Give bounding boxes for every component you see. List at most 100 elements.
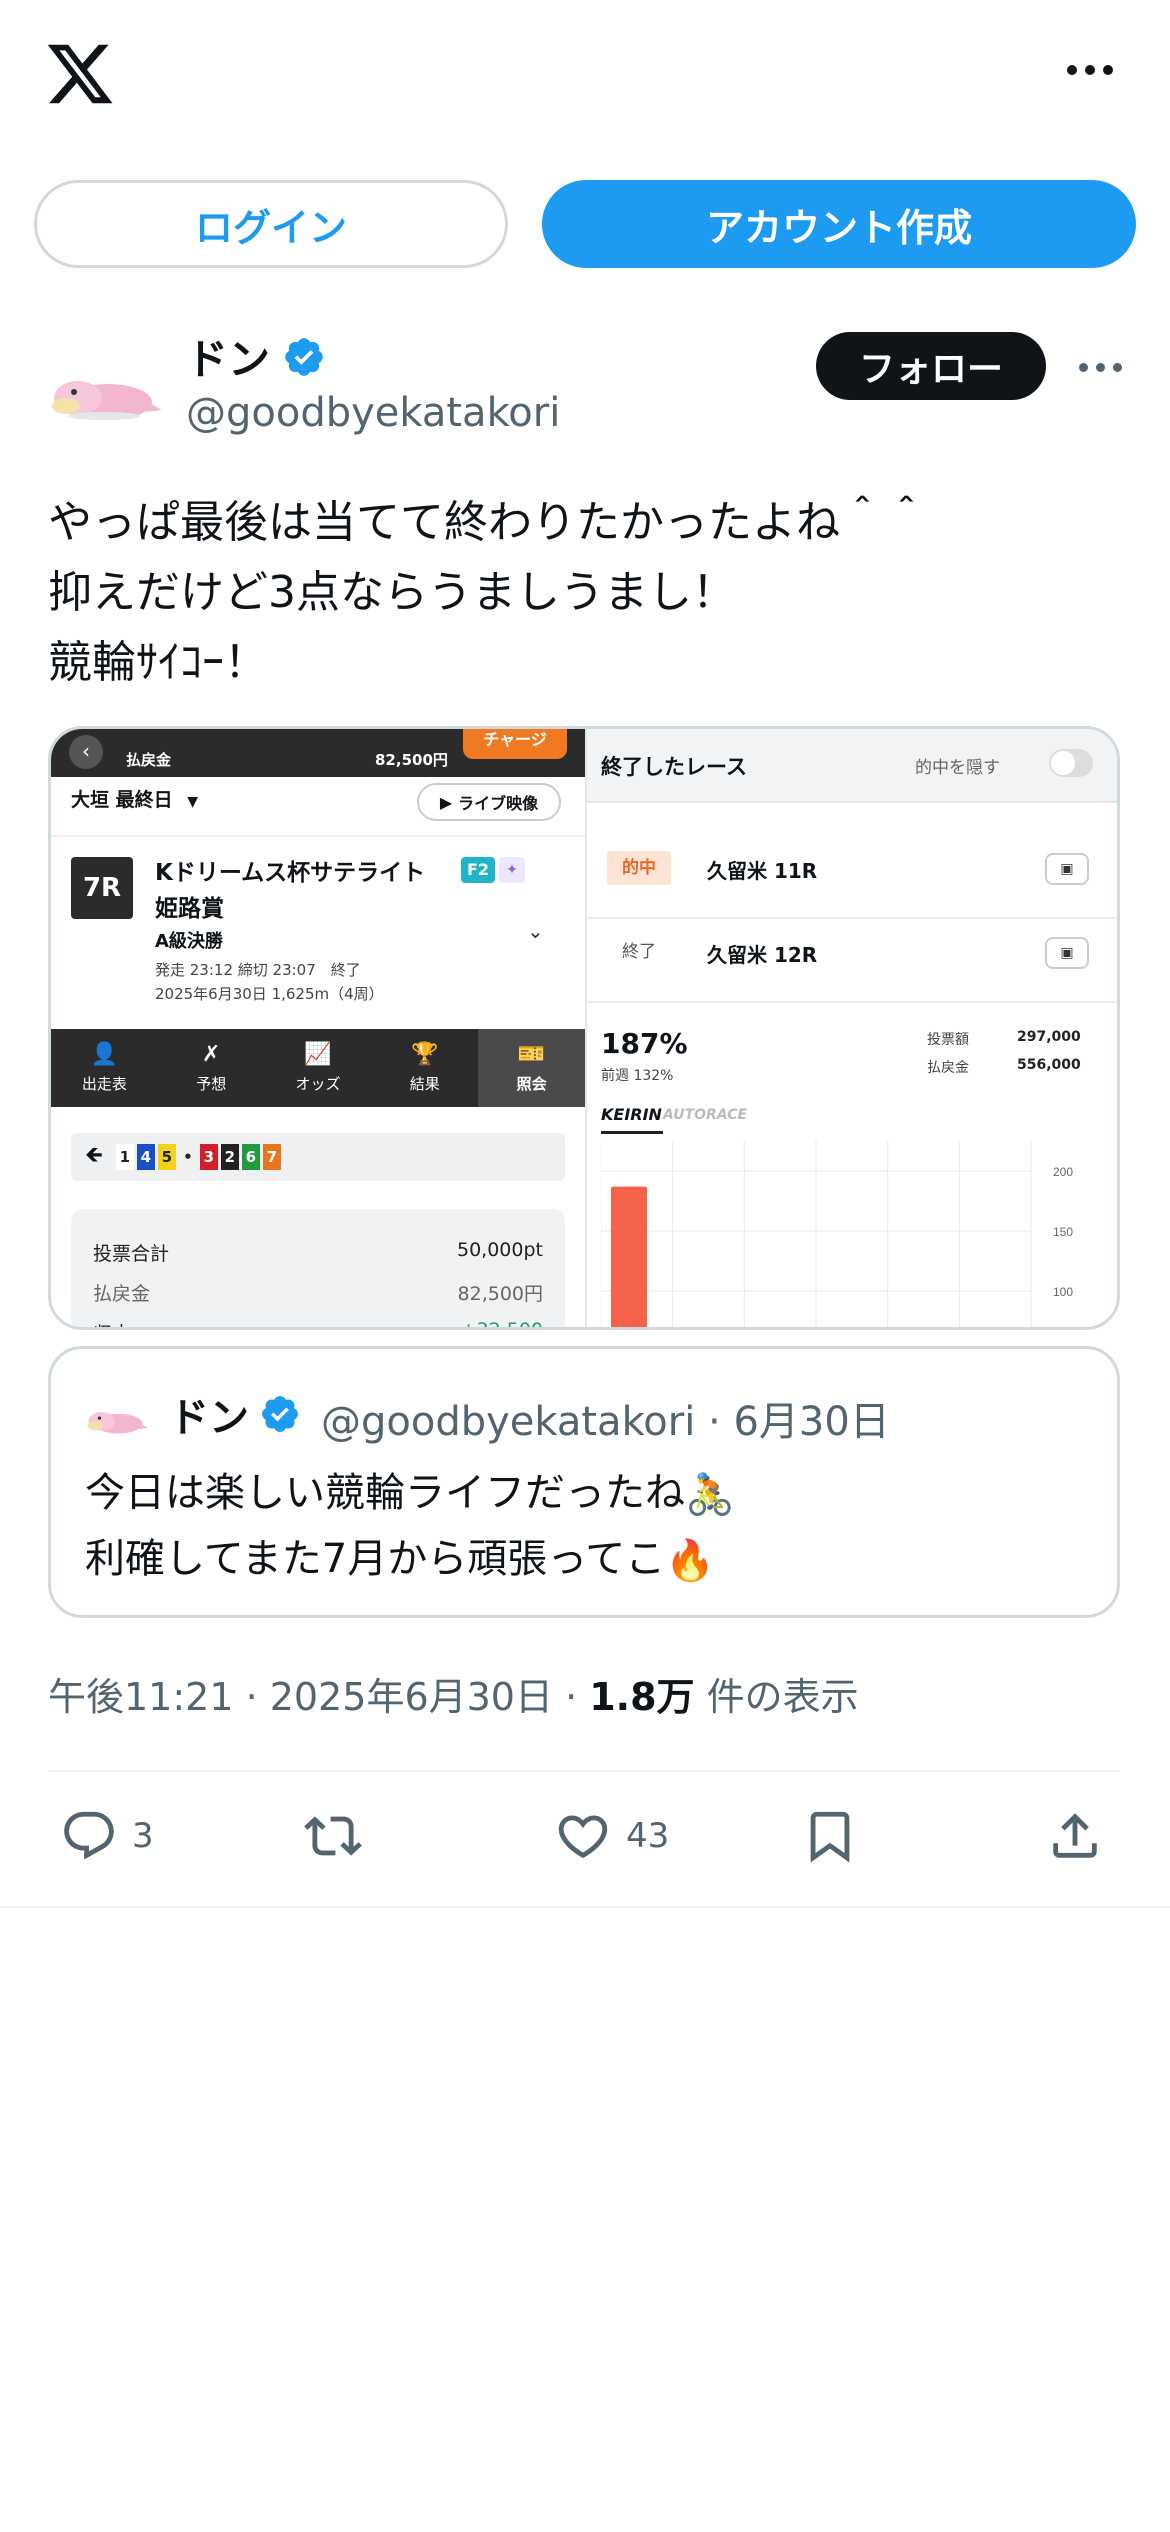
play-icon: ▶ bbox=[439, 792, 453, 812]
order-num: 1 bbox=[115, 1144, 134, 1170]
signup-button[interactable]: アカウント作成 bbox=[542, 180, 1136, 268]
venue-text: 大垣 最終日 bbox=[71, 789, 173, 811]
media-image-left[interactable]: ‹ 払戻金 82,500円 チャージ 大垣 最終日 ▼ ▶ ライブ映像 7R Kド… bbox=[51, 729, 585, 1327]
summary-label: 投票合計 bbox=[93, 1243, 170, 1265]
race-date: 2025年6月30日 1,625m（4周） bbox=[155, 985, 384, 1003]
return-chart: 200 150 100 bbox=[601, 1141, 1073, 1327]
post-media[interactable]: ‹ 払戻金 82,500円 チャージ 大垣 最終日 ▼ ▶ ライブ映像 7R Kド… bbox=[48, 726, 1120, 1330]
summary-label: 収支 bbox=[93, 1319, 131, 1327]
author-name[interactable]: ドン bbox=[186, 326, 326, 387]
fire-icon: 🔥 bbox=[665, 1538, 716, 1584]
author-name-text: ドン bbox=[186, 335, 271, 384]
divider bbox=[587, 801, 1117, 803]
divider bbox=[587, 917, 1117, 919]
verified-badge-icon bbox=[262, 1396, 298, 1432]
post-line: 抑えだけど3点ならうましうまし！ bbox=[48, 567, 736, 618]
follow-button[interactable]: フォロー bbox=[816, 332, 1046, 400]
grade-icon: ✦ bbox=[499, 857, 525, 883]
ticket-icon: 🎫 bbox=[517, 1041, 546, 1067]
summary-value: 50,000pt bbox=[457, 1239, 543, 1261]
author-handle[interactable]: @goodbyekatakori bbox=[186, 390, 560, 436]
hide-hits-toggle bbox=[1049, 749, 1093, 777]
hit-badge: 的中 bbox=[607, 851, 671, 885]
payout-label: 払戻金 bbox=[927, 1060, 969, 1076]
finished-races-header: 終了したレース 的中を隠す bbox=[587, 729, 1117, 801]
charge-button: チャージ bbox=[463, 729, 567, 759]
race-title-2: 姫路賞 bbox=[155, 896, 224, 922]
y-tick-label: 100 bbox=[1053, 1285, 1073, 1299]
race-row-name: 久留米 11R bbox=[707, 859, 818, 883]
divider bbox=[0, 1906, 1170, 1908]
tab-label: 結果 bbox=[409, 1074, 440, 1093]
predict-icon: ✗ bbox=[201, 1041, 221, 1067]
summary-card: 投票合計 50,000pt 払戻金 82,500円 収支 +32,500 bbox=[71, 1209, 565, 1327]
tab-label: 予想 bbox=[196, 1074, 227, 1093]
avatar[interactable] bbox=[44, 340, 164, 440]
media-image-right[interactable]: 終了したレース 的中を隠す 的中 久留米 11R ▣ 終了 久留米 12R ▣ … bbox=[585, 729, 1117, 1327]
view-label: 件の表示 bbox=[694, 1675, 859, 1719]
repost-icon bbox=[304, 1816, 362, 1856]
bookmark-button[interactable] bbox=[801, 1807, 859, 1865]
order-num: 2 bbox=[220, 1144, 239, 1170]
finished-races-title: 終了したレース bbox=[601, 755, 747, 779]
reply-count: 3 bbox=[132, 1816, 154, 1856]
race-row-name: 久留米 12R bbox=[707, 943, 818, 967]
quoted-avatar bbox=[83, 1389, 149, 1445]
race-time: 発走 23:12 締切 23:07 終了 bbox=[155, 961, 361, 979]
post-timestamp[interactable]: 午後11:21 · 2025年6月30日 · bbox=[48, 1675, 589, 1719]
y-tick-label: 150 bbox=[1053, 1225, 1073, 1239]
like-button[interactable]: 43 bbox=[554, 1807, 669, 1865]
summary-value: 82,500円 bbox=[457, 1283, 543, 1305]
prev-week-percentage: 前週 132% bbox=[601, 1068, 674, 1084]
chart-icon: 📈 bbox=[304, 1041, 332, 1067]
header-amount: 82,500円 bbox=[375, 751, 448, 769]
post-line: やっぱ最後は当てて終わりたかったよね＾＾ bbox=[48, 497, 928, 548]
app-tabs: 👤 出走表 ✗ 予想 📈 オッズ 🏆 結果 🎫 照会 bbox=[51, 1029, 585, 1107]
header-label: 払戻金 bbox=[126, 751, 172, 769]
quoted-line: 利確してまた7月から頑張ってこ bbox=[85, 1536, 666, 1582]
cyclist-icon: 🚴 bbox=[685, 1472, 735, 1518]
quoted-post[interactable]: ドン @goodbyekatakori · 6月30日 今日は楽しい競輪ライフだ… bbox=[48, 1346, 1120, 1618]
tab-label: 出走表 bbox=[81, 1074, 127, 1093]
login-button[interactable]: ログイン bbox=[34, 180, 508, 268]
reply-button[interactable]: 3 bbox=[60, 1807, 154, 1865]
post-meta: 午後11:21 · 2025年6月30日 · 1.8万 件の表示 bbox=[48, 1666, 859, 1721]
finish-order: 🡸 1 4 5 • 3 2 6 7 bbox=[71, 1133, 565, 1181]
post-line: 競輪ｻｲｺｰ！ bbox=[48, 637, 268, 688]
live-video-button: ▶ ライブ映像 bbox=[417, 783, 561, 821]
tab-label: 照会 bbox=[516, 1074, 547, 1093]
more-options-icon[interactable] bbox=[1060, 55, 1120, 85]
quoted-author-name: ドン bbox=[169, 1385, 301, 1443]
post-more-icon[interactable] bbox=[1070, 352, 1130, 382]
venue-label: 大垣 最終日 ▼ bbox=[71, 785, 198, 812]
repost-button[interactable] bbox=[304, 1807, 362, 1865]
divider bbox=[587, 1001, 1117, 1003]
return-percentage: 187% bbox=[601, 1027, 688, 1060]
caret-down-icon: ▼ bbox=[187, 794, 199, 810]
f2-badge: F2 bbox=[461, 857, 495, 883]
bet-value: 297,000 bbox=[1017, 1029, 1081, 1045]
divider bbox=[51, 835, 585, 837]
race-title: Kドリームス杯サテライト bbox=[155, 860, 426, 886]
finished-badge: 終了 bbox=[622, 942, 656, 962]
quoted-handle-date: @goodbyekatakori · 6月30日 bbox=[321, 1399, 890, 1445]
order-num: 5 bbox=[157, 1144, 176, 1170]
bet-label: 投票額 bbox=[927, 1032, 969, 1048]
share-button[interactable] bbox=[1046, 1807, 1104, 1865]
race-number: 7R bbox=[71, 857, 133, 919]
tab-label: オッズ bbox=[295, 1074, 341, 1093]
trophy-icon: 🏆 bbox=[411, 1041, 439, 1067]
x-logo-icon[interactable] bbox=[44, 38, 116, 110]
order-num: 6 bbox=[241, 1144, 260, 1170]
person-icon: 👤 bbox=[90, 1041, 119, 1067]
order-num: 4 bbox=[136, 1144, 155, 1170]
tab-odds: 📈 オッズ bbox=[265, 1029, 372, 1107]
reply-icon bbox=[64, 1811, 114, 1860]
arrow-left-icon: 🡸 bbox=[85, 1143, 103, 1168]
video-icon: ▣ bbox=[1045, 937, 1089, 969]
verified-badge-icon bbox=[285, 337, 323, 376]
chevron-down-icon: ⌄ bbox=[527, 919, 544, 943]
live-label: ライブ映像 bbox=[458, 794, 539, 813]
tab-results: 🏆 結果 bbox=[371, 1029, 478, 1107]
share-icon bbox=[1053, 1813, 1097, 1858]
